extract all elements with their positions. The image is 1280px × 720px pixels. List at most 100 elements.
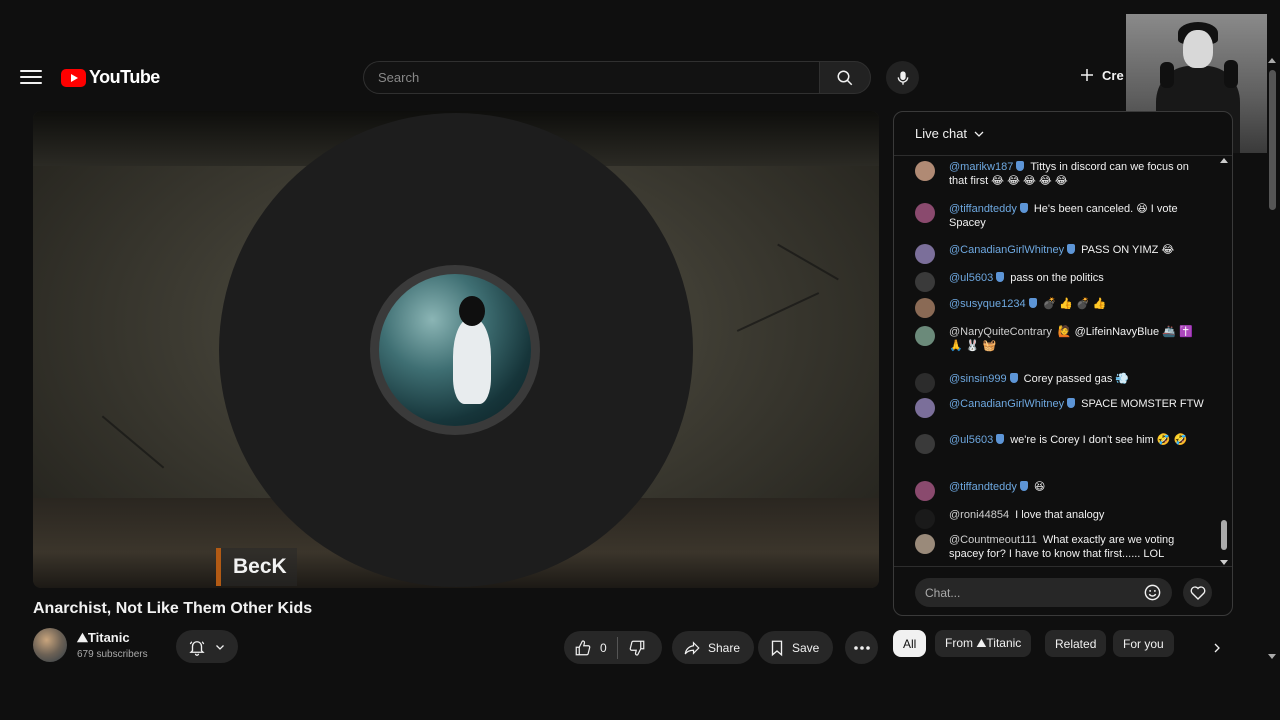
channel-name[interactable]: ⛰Titanic	[77, 630, 130, 646]
chat-avatar[interactable]	[915, 161, 935, 181]
share-icon	[684, 640, 700, 655]
scroll-up-arrow-icon[interactable]	[1268, 58, 1276, 63]
chat-scrollbar[interactable]	[1220, 158, 1228, 565]
like-count: 0	[600, 640, 607, 655]
chat-avatar[interactable]	[915, 203, 935, 223]
video-title: Anarchist, Not Like Them Other Kids	[33, 600, 313, 617]
dislike-button[interactable]	[618, 631, 656, 664]
page-scroll-thumb[interactable]	[1269, 70, 1276, 210]
youtube-logo[interactable]: YouTube	[61, 67, 160, 88]
search-button[interactable]	[819, 61, 871, 94]
chat-message: @ul5603 we're is Corey I don't see him 🤣 …	[915, 433, 1205, 454]
chevron-down-icon	[216, 644, 224, 650]
verified-shield-icon	[1009, 373, 1018, 383]
live-chat-panel: Live chat @marikw187 Tittys in discord ca…	[893, 111, 1233, 616]
channel-avatar[interactable]	[33, 628, 67, 662]
video-player[interactable]: BecK	[33, 111, 879, 588]
thumbs-down-icon	[629, 640, 645, 656]
chat-input-box[interactable]	[915, 578, 1172, 607]
like-button[interactable]: 0	[564, 631, 617, 664]
chat-message-list[interactable]: @marikw187 Tittys in discord can we focus…	[894, 156, 1232, 566]
chip-all[interactable]: All	[893, 630, 927, 657]
chat-text: Corey passed gas 💨	[1023, 373, 1130, 385]
create-label: Cre	[1102, 67, 1124, 83]
chat-message: @tiffandteddy He's been canceled. 😆 I vot…	[915, 202, 1205, 230]
chat-message: @tiffandteddy 😆	[915, 480, 1205, 501]
chat-input[interactable]	[925, 578, 1145, 607]
page-scrollbar[interactable]	[1266, 56, 1278, 666]
chat-author[interactable]: @marikw187	[949, 161, 1013, 173]
more-horizontal-icon	[853, 645, 870, 650]
live-chat-header[interactable]: Live chat	[894, 112, 1232, 156]
save-button[interactable]: Save	[758, 631, 834, 664]
scroll-down-arrow-icon[interactable]	[1220, 560, 1228, 565]
notification-bell-button[interactable]	[176, 630, 238, 663]
chips-next-button[interactable]	[1204, 636, 1230, 660]
share-label: Share	[708, 640, 741, 655]
caption-text: BecK	[233, 555, 287, 578]
send-heart-button[interactable]	[1183, 578, 1212, 607]
search-input[interactable]	[364, 62, 819, 93]
emoji-icon[interactable]	[1143, 583, 1162, 602]
chat-scroll-thumb[interactable]	[1221, 520, 1227, 550]
chat-message: @marikw187 Tittys in discord can we focus…	[915, 160, 1205, 188]
chat-text: 😆	[1033, 481, 1046, 493]
share-button[interactable]: Share	[672, 631, 755, 664]
scroll-down-arrow-icon[interactable]	[1268, 654, 1276, 659]
player-caption: BecK	[216, 548, 297, 586]
logo-text: YouTube	[89, 67, 160, 87]
heart-icon	[1190, 585, 1205, 600]
chat-message: @sinsin999 Corey passed gas 💨	[915, 372, 1205, 393]
chat-author[interactable]: @CanadianGirlWhitney	[949, 244, 1064, 256]
verified-shield-icon	[1019, 203, 1028, 213]
more-actions-button[interactable]	[845, 631, 878, 664]
chat-author[interactable]: @ul5603	[949, 434, 993, 446]
chat-avatar[interactable]	[915, 373, 935, 393]
scroll-up-arrow-icon[interactable]	[1220, 158, 1228, 163]
chat-message: @NaryQuiteContrary 🙋 @LifeinNavyBlue 🚢 ✝️…	[915, 325, 1205, 353]
chat-author[interactable]: @sinsin999	[949, 373, 1007, 385]
chip-for-you[interactable]: For you	[1113, 630, 1174, 657]
disc-label	[370, 265, 540, 435]
chat-author[interactable]: @susyque1234	[949, 298, 1026, 310]
microphone-icon	[897, 70, 908, 85]
chat-author[interactable]: @tiffandteddy	[949, 203, 1017, 215]
live-chat-title: Live chat	[915, 126, 968, 141]
chat-author[interactable]: @NaryQuiteContrary	[949, 326, 1052, 338]
chat-message: @susyque1234 💣 👍 💣 👍	[915, 297, 1205, 318]
search-box[interactable]	[363, 61, 819, 94]
plus-icon	[1081, 69, 1093, 81]
verified-shield-icon	[996, 272, 1005, 282]
chat-author[interactable]: @Countmeout111	[949, 534, 1037, 546]
chip-from-channel[interactable]: From ⛰Titanic	[935, 630, 1032, 657]
chat-avatar[interactable]	[915, 244, 935, 264]
chat-author[interactable]: @roni44854	[949, 509, 1009, 521]
chat-message: @CanadianGirlWhitney PASS ON YIMZ 😂	[915, 243, 1205, 264]
chat-text: pass on the politics	[1010, 272, 1104, 284]
chat-avatar[interactable]	[915, 534, 935, 554]
chat-text: I love that analogy	[1015, 509, 1105, 521]
create-button[interactable]: Cre	[1078, 66, 1124, 84]
chat-footer	[894, 566, 1232, 615]
menu-icon[interactable]	[20, 66, 42, 88]
chat-avatar[interactable]	[915, 481, 935, 501]
chat-text: 💣 👍 💣 👍	[1042, 298, 1107, 310]
verified-shield-icon	[1019, 481, 1028, 491]
chat-message: @ul5603 pass on the politics	[915, 271, 1205, 292]
chat-author[interactable]: @tiffandteddy	[949, 481, 1017, 493]
chat-avatar[interactable]	[915, 509, 935, 529]
chat-avatar[interactable]	[915, 298, 935, 318]
chat-author[interactable]: @CanadianGirlWhitney	[949, 398, 1064, 410]
chat-avatar[interactable]	[915, 398, 935, 418]
voice-search-button[interactable]	[886, 61, 919, 94]
chip-related[interactable]: Related	[1045, 630, 1107, 657]
chat-avatar[interactable]	[915, 272, 935, 292]
chevron-down-icon	[974, 131, 984, 137]
verified-shield-icon	[1067, 244, 1076, 254]
chat-avatar[interactable]	[915, 434, 935, 454]
verified-shield-icon	[1028, 298, 1037, 308]
chat-author[interactable]: @ul5603	[949, 272, 993, 284]
thumbs-up-icon	[575, 639, 591, 655]
chat-text: SPACE MOMSTER FTW	[1081, 398, 1204, 410]
chat-avatar[interactable]	[915, 326, 935, 346]
